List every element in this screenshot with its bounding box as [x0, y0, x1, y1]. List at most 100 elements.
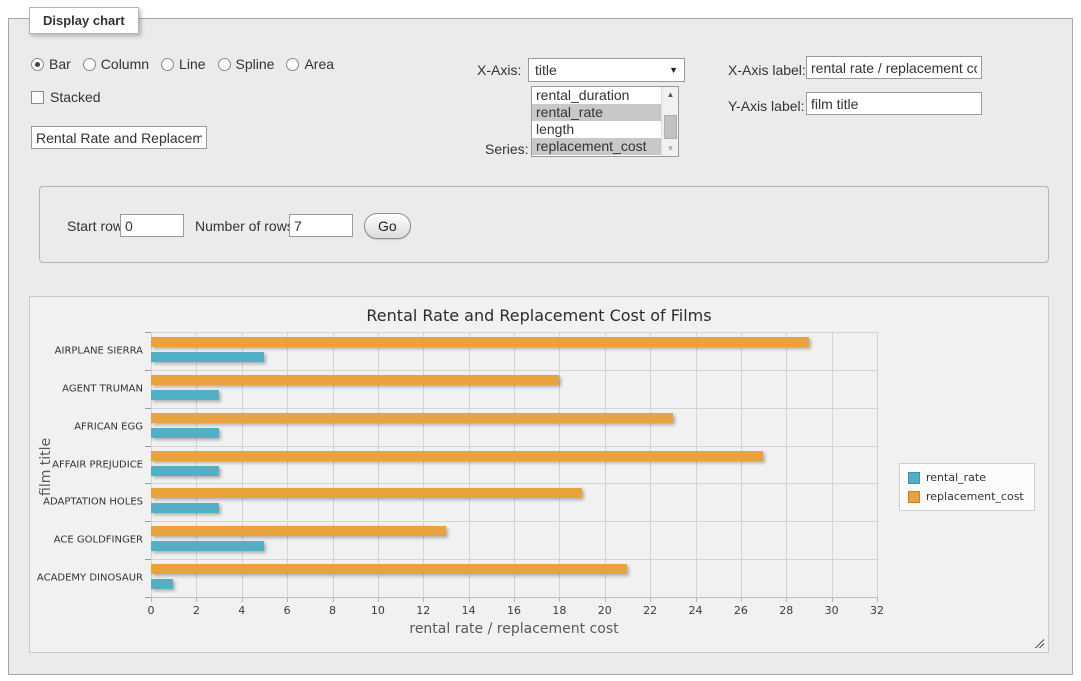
num-rows-input[interactable]	[289, 214, 353, 237]
chart-title: Rental Rate and Replacement Cost of Film…	[30, 306, 1048, 325]
bar-replacement_cost-affair-prejudice[interactable]	[151, 451, 763, 461]
x-axis-tick	[378, 598, 379, 602]
bar-replacement_cost-ace-goldfinger[interactable]	[151, 526, 446, 536]
x-tick-label: 10	[358, 604, 398, 617]
series-listbox[interactable]: rental_durationrental_ratelengthreplacem…	[531, 86, 679, 157]
gridline-vertical	[696, 332, 697, 597]
bar-rental_rate-agent-truman[interactable]	[151, 390, 219, 400]
category-label: AFRICAN EGG	[30, 421, 143, 432]
bar-rental_rate-african-egg[interactable]	[151, 428, 219, 438]
x-axis-tick	[196, 598, 197, 602]
radio-icon[interactable]	[31, 58, 44, 71]
bar-rental_rate-adaptation-holes[interactable]	[151, 503, 219, 513]
radio-label: Bar	[49, 56, 71, 72]
x-tick-label: 16	[494, 604, 534, 617]
gridline-vertical	[423, 332, 424, 597]
resize-handle-icon[interactable]	[1033, 637, 1044, 648]
category-tick	[145, 332, 151, 333]
x-tick-label: 2	[176, 604, 216, 617]
bar-replacement_cost-african-egg[interactable]	[151, 413, 673, 423]
x-tick-label: 0	[131, 604, 171, 617]
series-option-replacement_cost[interactable]: replacement_cost	[532, 138, 661, 155]
radio-icon[interactable]	[161, 58, 174, 71]
x-axis-tick	[151, 598, 152, 602]
x-axis-label-input[interactable]	[806, 56, 982, 79]
x-tick-label: 14	[449, 604, 489, 617]
bar-replacement_cost-academy-dinosaur[interactable]	[151, 564, 627, 574]
fieldset-legend: Display chart	[29, 7, 139, 34]
chart-title-input[interactable]	[31, 126, 207, 149]
gridline-horizontal	[151, 332, 877, 333]
start-row-input[interactable]	[120, 214, 184, 237]
chart-type-radio-bar[interactable]: Bar	[31, 56, 71, 72]
legend-label: replacement_cost	[926, 490, 1024, 503]
gridline-vertical	[877, 332, 878, 597]
series-option-rental_duration[interactable]: rental_duration	[532, 87, 661, 104]
gridline-horizontal	[151, 370, 877, 371]
gridline-horizontal	[151, 446, 877, 447]
chart-type-radio-group: Bar Column Line Spline Area	[31, 56, 334, 72]
radio-label: Area	[304, 56, 334, 72]
x-tick-label: 8	[313, 604, 353, 617]
gridline-vertical	[786, 332, 787, 597]
category-label: AIRPLANE SIERRA	[30, 345, 143, 356]
bar-rental_rate-ace-goldfinger[interactable]	[151, 541, 264, 551]
category-label: AFFAIR PREJUDICE	[30, 459, 143, 470]
bar-rental_rate-academy-dinosaur[interactable]	[151, 579, 173, 589]
x-tick-label: 18	[539, 604, 579, 617]
gridline-vertical	[514, 332, 515, 597]
bar-rental_rate-affair-prejudice[interactable]	[151, 466, 219, 476]
radio-icon[interactable]	[83, 58, 96, 71]
chart-type-radio-spline[interactable]: Spline	[218, 56, 275, 72]
x-axis-tick	[786, 598, 787, 602]
display-chart-fieldset: Display chart BarColumnLineSplineArea St…	[8, 18, 1073, 675]
x-tick-label: 22	[630, 604, 670, 617]
scroll-down-icon[interactable]: ▼	[662, 141, 679, 156]
gridline-horizontal	[151, 408, 877, 409]
chart-type-radio-line[interactable]: Line	[161, 56, 205, 72]
gridline-vertical	[287, 332, 288, 597]
page: Display chart Bar Column Line Spline Area St…	[0, 0, 1081, 681]
x-axis-tick	[333, 598, 334, 602]
bar-replacement_cost-airplane-sierra[interactable]	[151, 337, 809, 347]
x-tick-label: 28	[766, 604, 806, 617]
category-label: ACE GOLDFINGER	[30, 535, 143, 546]
bar-rental_rate-airplane-sierra[interactable]	[151, 352, 264, 362]
series-select-label: Series:	[485, 141, 529, 157]
series-option-length[interactable]: length	[532, 121, 661, 138]
x-axis-tick	[469, 598, 470, 602]
chart-type-radio-area[interactable]: Area	[286, 56, 334, 72]
bar-replacement_cost-agent-truman[interactable]	[151, 375, 559, 385]
stacked-checkbox-row[interactable]: Stacked	[31, 89, 101, 105]
series-listbox-scrollbar[interactable]: ▲ ▼	[661, 87, 678, 156]
x-tick-label: 12	[403, 604, 443, 617]
series-option-rental_rate[interactable]: rental_rate	[532, 104, 661, 121]
x-axis-select-label: X-Axis:	[477, 62, 521, 78]
scroll-up-icon[interactable]: ▲	[662, 87, 679, 102]
legend-item-replacement_cost[interactable]: replacement_cost	[908, 490, 1024, 503]
stacked-checkbox[interactable]	[31, 91, 44, 104]
gridline-vertical	[242, 332, 243, 597]
bar-replacement_cost-adaptation-holes[interactable]	[151, 488, 582, 498]
scrollbar-thumb[interactable]	[664, 115, 677, 139]
x-axis-tick	[605, 598, 606, 602]
radio-icon[interactable]	[286, 58, 299, 71]
gridline-vertical	[605, 332, 606, 597]
x-axis-tick	[696, 598, 697, 602]
x-axis-tick	[832, 598, 833, 602]
x-axis-select[interactable]: title ▼	[528, 58, 685, 82]
y-axis-label-input[interactable]	[806, 92, 982, 115]
go-button[interactable]: Go	[364, 213, 411, 239]
num-rows-label: Number of rows:	[195, 218, 298, 234]
chart-legend[interactable]: rental_rate replacement_cost	[899, 463, 1035, 511]
x-tick-label: 24	[676, 604, 716, 617]
chart-type-radio-column[interactable]: Column	[83, 56, 149, 72]
gridline-vertical	[333, 332, 334, 597]
gridline-horizontal	[151, 521, 877, 522]
legend-item-rental_rate[interactable]: rental_rate	[908, 471, 1024, 484]
x-axis-tick	[877, 598, 878, 602]
radio-icon[interactable]	[218, 58, 231, 71]
radio-label: Column	[101, 56, 149, 72]
chevron-down-icon: ▼	[669, 65, 678, 75]
x-axis-selected-value: title	[535, 62, 669, 78]
